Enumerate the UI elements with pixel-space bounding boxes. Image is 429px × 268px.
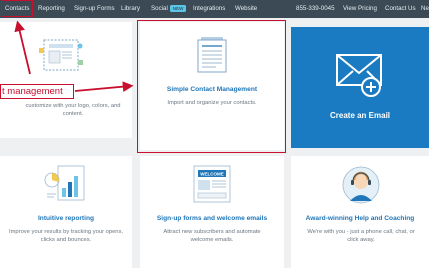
card-create-email[interactable]: Create an Email [291, 27, 429, 148]
card-reporting-title: Intuitive reporting [37, 215, 95, 222]
template-icon [39, 39, 83, 71]
nav-phone[interactable]: 855-339-0045 [296, 0, 335, 18]
card-reporting[interactable]: Intuitive reporting Improve your results… [0, 156, 132, 268]
card-signup-forms-title: Sign-up forms and welcome emails [156, 215, 268, 222]
card-help-coaching-title: Award-winning Help and Coaching [305, 215, 415, 222]
nav-item-partial[interactable]: Ne [421, 0, 429, 18]
contact-management-highlight-box [137, 20, 286, 153]
card-signup-forms[interactable]: WELCOME Sign-up forms and welcome emails… [140, 156, 284, 268]
new-badge: NEW [169, 4, 187, 12]
nav-view-pricing[interactable]: View Pricing [343, 0, 377, 18]
top-navigation-bar: Contacts Reporting Sign-up Forms Library… [0, 0, 429, 18]
reporting-chart-icon [44, 165, 85, 201]
nav-social-label: Social [151, 5, 168, 12]
card-help-coaching[interactable]: Award-winning Help and Coaching We're wi… [291, 156, 429, 268]
card-signup-forms-desc: Attract new subscribers and automate wel… [163, 229, 261, 243]
welcome-form-icon: WELCOME [193, 165, 231, 203]
nav-signup-forms[interactable]: Sign-up Forms [74, 0, 115, 18]
nav-library[interactable]: Library [121, 0, 140, 18]
card-templates-desc: customize with your logo, colors, and co… [25, 103, 121, 117]
contacts-highlight-box [1, 0, 33, 17]
annotation-callout: t management [0, 84, 74, 99]
welcome-icon-label: WELCOME [200, 172, 224, 177]
envelope-plus-icon [336, 54, 382, 97]
nav-integrations[interactable]: Integrations [193, 0, 225, 18]
card-reporting-desc: Improve your results by tracking your op… [8, 229, 124, 243]
nav-social[interactable]: Social NEW [151, 0, 187, 18]
card-templates[interactable]: customize with your logo, colors, and co… [0, 22, 132, 138]
nav-reporting[interactable]: Reporting [38, 0, 65, 18]
nav-website[interactable]: Website [235, 0, 257, 18]
support-agent-icon [342, 166, 380, 204]
card-create-email-title: Create an Email [329, 111, 391, 120]
card-help-coaching-desc: We're with you - just a phone call, chat… [307, 229, 415, 243]
annotation-label: t management [2, 86, 63, 97]
nav-contact-us[interactable]: Contact Us [385, 0, 416, 18]
